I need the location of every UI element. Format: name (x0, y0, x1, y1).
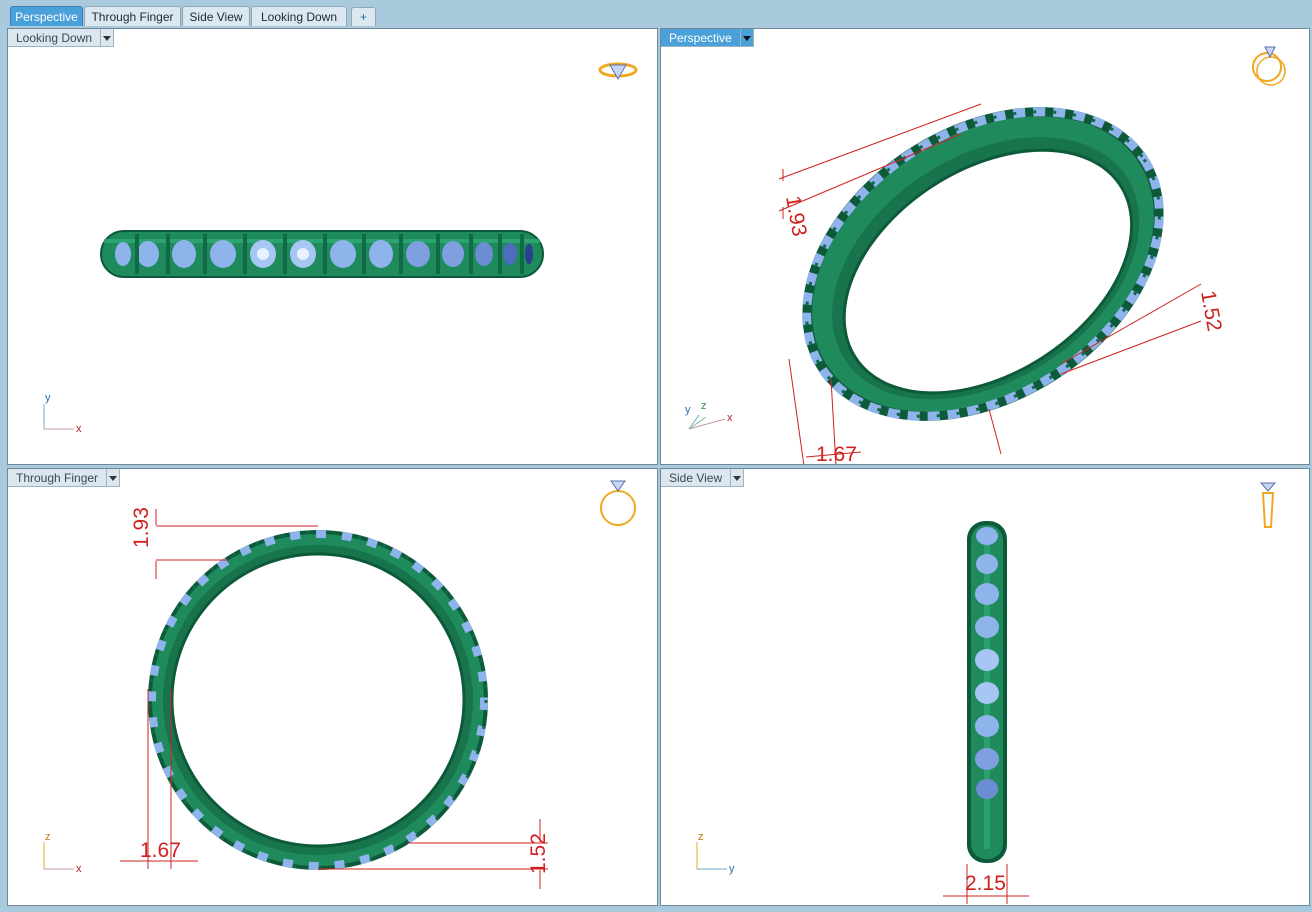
viewport-tab-bar: Perspective Through Finger Side View Loo… (0, 0, 1312, 27)
side-view-canvas: 2.15 z y (696, 482, 1277, 904)
axis-indicator (688, 414, 726, 430)
axis-label-x: x (727, 412, 733, 424)
axis-label-y: y (685, 404, 691, 416)
dimension-label-width: 1.93 (130, 507, 153, 548)
axis-indicator (43, 842, 74, 870)
dimension-label-width: 2.15 (965, 872, 1006, 895)
looking-down-canvas: y x (43, 62, 638, 435)
viewport-title[interactable]: Perspective (661, 29, 741, 47)
ring-inner (170, 552, 466, 848)
axis-label-x: x (76, 423, 82, 435)
axis-label-z: z (45, 831, 51, 843)
axis-label-x: x (76, 863, 82, 875)
axis-indicator (43, 404, 74, 430)
viewport-label-through-finger[interactable]: Through Finger (8, 469, 121, 487)
viewport-title[interactable]: Looking Down (8, 29, 102, 47)
dimension-label-depth: 1.67 (816, 443, 857, 465)
viewport-title[interactable]: Side View (661, 469, 732, 487)
viewport-label-side-view[interactable]: Side View (661, 469, 745, 487)
dimension-label-depth: 1.67 (140, 839, 181, 862)
viewport-through-finger[interactable]: 1.93 1.67 1.52 z x Through Finger (7, 468, 658, 906)
axis-indicator (696, 842, 727, 870)
viewport-side-view[interactable]: 2.15 z y Side View (660, 468, 1310, 906)
axis-label-z: z (701, 400, 707, 412)
ring-perspective (802, 107, 1164, 421)
ring-perspective-icon[interactable] (1248, 46, 1290, 90)
dimension-label-thickness: 1.52 (527, 833, 550, 874)
perspective-canvas: 1.93 1.52 1.67 y z x (685, 46, 1290, 465)
ring-side-view-icon[interactable] (1259, 482, 1277, 528)
add-tab-button[interactable]: + (351, 7, 376, 26)
dimension-label-thickness: 1.52 (1196, 289, 1226, 333)
axis-label-y: y (45, 392, 51, 404)
tab-perspective[interactable]: Perspective (10, 6, 83, 26)
viewport-menu-dropdown[interactable] (101, 29, 115, 47)
viewport-menu-dropdown[interactable] (731, 469, 745, 487)
viewport-perspective[interactable]: 1.93 1.52 1.67 y z x Perspective (660, 28, 1310, 465)
tab-looking-down[interactable]: Looking Down (251, 6, 347, 26)
viewport-looking-down[interactable]: y x Looking Down (7, 28, 658, 465)
tab-side-view[interactable]: Side View (182, 6, 250, 26)
ring-top-view-icon[interactable] (598, 62, 638, 81)
viewport-label-looking-down[interactable]: Looking Down (8, 29, 115, 47)
viewport-menu-dropdown[interactable] (740, 29, 754, 47)
through-finger-canvas: 1.93 1.67 1.52 z x (43, 480, 636, 889)
viewport-label-perspective[interactable]: Perspective (661, 29, 754, 47)
tab-through-finger[interactable]: Through Finger (84, 6, 181, 26)
stone-column (975, 527, 999, 799)
dimension-label-width: 1.93 (781, 194, 811, 238)
axis-label-y: y (729, 863, 735, 875)
viewport-menu-dropdown[interactable] (107, 469, 121, 487)
viewport-title[interactable]: Through Finger (8, 469, 108, 487)
axis-label-z: z (698, 831, 704, 843)
ring-front-view-icon[interactable] (600, 480, 636, 526)
